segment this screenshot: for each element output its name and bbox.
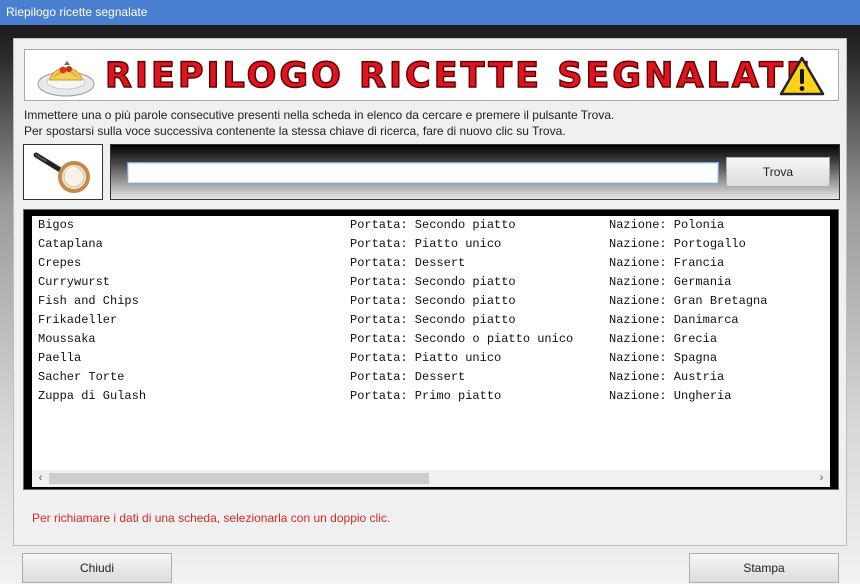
recipe-course: Portata: Dessert — [350, 370, 466, 384]
print-button[interactable]: Stampa — [689, 553, 839, 583]
recipe-course: Portata: Dessert — [350, 256, 466, 270]
recipe-country: Nazione: Grecia — [609, 332, 718, 346]
list-item[interactable]: Sacher Torte Portata: Dessert Nazione: Aus… — [32, 368, 830, 387]
recipe-course: Portata: Secondo o piatto unico — [350, 332, 574, 346]
recipe-name: Paella — [38, 351, 82, 365]
horizontal-scrollbar[interactable]: ‹ › — [32, 470, 830, 487]
scroll-thumb[interactable] — [49, 473, 429, 484]
list-item[interactable]: Fish and Chips Portata: Secondo piatto Naz… — [32, 292, 830, 311]
recipe-country: Nazione: Germania — [609, 275, 732, 289]
recipe-country: Nazione: Polonia — [609, 218, 725, 232]
window-title: Riepilogo ricette segnalate — [6, 5, 148, 19]
recipe-name: Bigos — [38, 218, 75, 232]
magnifier-icon — [33, 152, 90, 193]
recipe-country: Nazione: Spagna — [609, 351, 718, 365]
list-item[interactable]: Moussaka Portata: Secondo o piatto unico N… — [32, 330, 830, 349]
double-click-hint: Per richiamare i dati di una scheda, sel… — [32, 511, 391, 525]
find-button[interactable]: Trova — [726, 157, 830, 187]
recipe-name: Currywurst — [38, 275, 111, 289]
recipe-list-frame: Bigos Portata: Secondo piatto Nazione: Pol… — [23, 209, 839, 490]
recipe-name: Sacher Torte — [38, 370, 125, 384]
search-input[interactable] — [127, 162, 719, 184]
recipe-country: Nazione: Ungheria — [609, 389, 732, 403]
recipe-course: Portata: Secondo piatto — [350, 294, 516, 308]
recipe-name: Frikadeller — [38, 313, 118, 327]
recipe-country: Nazione: Danimarca — [609, 313, 739, 327]
warning-icon — [779, 56, 825, 96]
instructions: Immettere una o più parole consecutive p… — [24, 107, 614, 139]
recipe-name: Zuppa di Gulash — [38, 389, 147, 403]
magnifier-box — [23, 144, 103, 200]
list-item[interactable]: Frikadeller Portata: Secondo piatto Nazion… — [32, 311, 830, 330]
recipe-name: Moussaka — [38, 332, 96, 346]
recipe-country: Nazione: Portogallo — [609, 237, 746, 251]
main-window: RIEPILOGO RICETTE SEGNALATE Immettere un… — [0, 25, 860, 584]
recipe-name: Crepes — [38, 256, 82, 270]
close-button[interactable]: Chiudi — [22, 553, 172, 583]
list-item[interactable]: Currywurst Portata: Secondo piatto Nazione… — [32, 273, 830, 292]
recipe-country: Nazione: Gran Bretagna — [609, 294, 768, 308]
header-banner: RIEPILOGO RICETTE SEGNALATE — [24, 49, 839, 101]
banner-title: RIEPILOGO RICETTE SEGNALATE — [104, 55, 813, 96]
search-bar: Trova — [110, 144, 840, 200]
list-item[interactable]: Bigos Portata: Secondo piatto Nazione: Pol… — [32, 216, 830, 235]
recipe-course: Portata: Secondo piatto — [350, 275, 516, 289]
content-panel: RIEPILOGO RICETTE SEGNALATE Immettere un… — [13, 38, 847, 546]
title-bar: Riepilogo ricette segnalate — [0, 0, 860, 25]
recipe-name: Fish and Chips — [38, 294, 139, 308]
instruction-line-2: Per spostarsi sulla voce successiva cont… — [24, 124, 566, 138]
list-item[interactable]: Paella Portata: Piatto unico Nazione: Spag… — [32, 349, 830, 368]
recipe-course: Portata: Piatto unico — [350, 351, 502, 365]
list-item[interactable]: Zuppa di Gulash Portata: Primo piatto Nazi… — [32, 387, 830, 406]
recipe-course: Portata: Secondo piatto — [350, 313, 516, 327]
recipe-name: Cataplana — [38, 237, 103, 251]
instruction-line-1: Immettere una o più parole consecutive p… — [24, 108, 615, 122]
list-item[interactable]: Crepes Portata: Dessert Nazione: Francia — [32, 254, 830, 273]
recipe-course: Portata: Primo piatto — [350, 389, 502, 403]
scroll-left-icon[interactable]: ‹ — [32, 470, 49, 487]
recipe-country: Nazione: Austria — [609, 370, 725, 384]
recipe-course: Portata: Piatto unico — [350, 237, 502, 251]
scroll-right-icon[interactable]: › — [813, 470, 830, 487]
recipe-course: Portata: Secondo piatto — [350, 218, 516, 232]
recipe-country: Nazione: Francia — [609, 256, 725, 270]
pasta-plate-icon — [37, 61, 95, 97]
list-item[interactable]: Cataplana Portata: Piatto unico Nazione: P… — [32, 235, 830, 254]
recipe-list[interactable]: Bigos Portata: Secondo piatto Nazione: Pol… — [32, 216, 830, 470]
